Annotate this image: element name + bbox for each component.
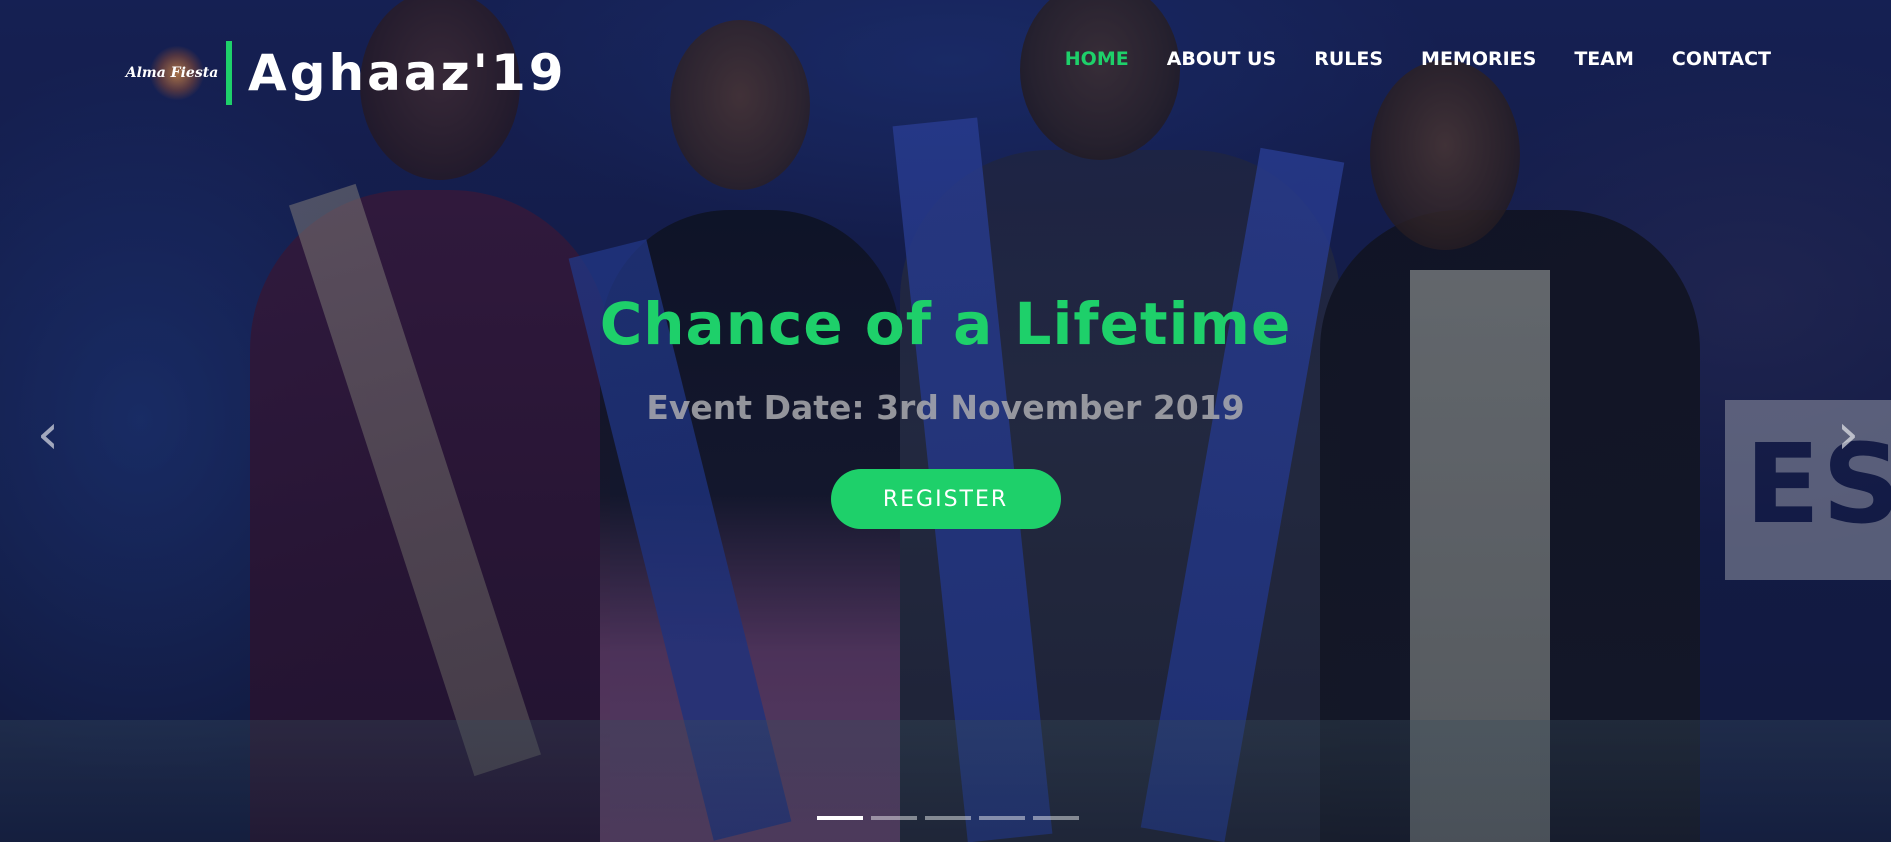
site-header: Alma Fiesta Aghaaz'19 HOME ABOUT US RULE… [0,0,1891,130]
chevron-left-icon[interactable]: ‹ [28,407,68,463]
register-button[interactable]: REGISTER [830,469,1061,529]
nav-home[interactable]: HOME [1065,48,1129,70]
nav-rules[interactable]: RULES [1314,48,1383,70]
alma-fiesta-logo[interactable]: Alma Fiesta [126,40,218,106]
carousel-indicators [817,816,1079,820]
brand-title[interactable]: Aghaaz'19 [248,44,567,102]
hero-carousel: ES Alma Fiesta Aghaaz'19 HOME ABOUT US R… [0,0,1891,842]
carousel-indicator-4[interactable] [979,816,1025,820]
main-nav: HOME ABOUT US RULES MEMORIES TEAM CONTAC… [1065,48,1771,70]
nav-contact[interactable]: CONTACT [1672,48,1771,70]
brand-divider [226,41,232,105]
chevron-right-icon[interactable]: › [1828,407,1868,463]
event-date: Event Date: 3rd November 2019 [646,388,1245,427]
nav-about-us[interactable]: ABOUT US [1167,48,1276,70]
hero-title: Chance of a Lifetime [599,290,1292,358]
nav-team[interactable]: TEAM [1574,48,1634,70]
carousel-indicator-3[interactable] [925,816,971,820]
carousel-indicator-1[interactable] [817,816,863,820]
hero-content: Chance of a Lifetime Event Date: 3rd Nov… [0,290,1891,529]
nav-memories[interactable]: MEMORIES [1421,48,1536,70]
carousel-indicator-2[interactable] [871,816,917,820]
brand[interactable]: Alma Fiesta Aghaaz'19 [126,40,567,106]
logo-text: Alma Fiesta [125,65,219,81]
carousel-indicator-5[interactable] [1033,816,1079,820]
